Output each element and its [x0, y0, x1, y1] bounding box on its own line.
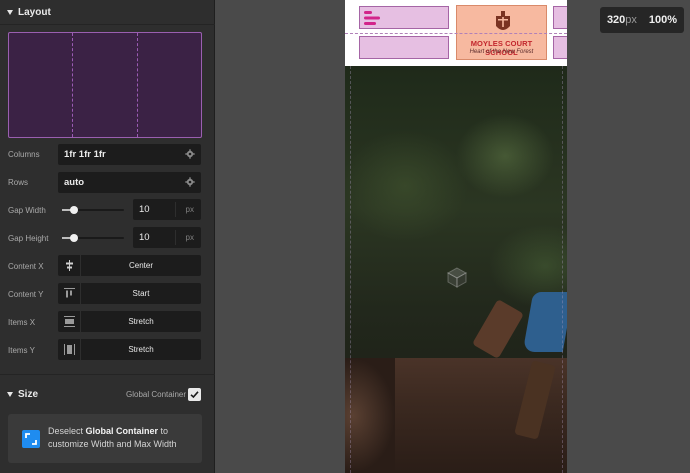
columns-label: Columns [8, 150, 40, 159]
gear-icon[interactable] [185, 177, 195, 187]
items-x-select[interactable]: Stretch [58, 311, 201, 332]
menu-icon[interactable] [364, 11, 382, 25]
grid-preview[interactable] [8, 32, 202, 138]
divider [175, 230, 176, 245]
content-x-select[interactable]: Center [58, 255, 201, 276]
info-prefix: Deselect [48, 426, 86, 436]
zoom-level[interactable]: 100% [649, 14, 677, 26]
stretch-vertical-icon[interactable] [58, 339, 81, 360]
items-y-value: Stretch [128, 345, 154, 354]
layout-section-header[interactable]: Layout [0, 1, 215, 23]
viewport-width[interactable]: 320px [607, 14, 637, 26]
divider [175, 202, 176, 217]
gap-width-value: 10 [139, 204, 150, 215]
grid-cell[interactable] [553, 36, 567, 59]
divider [0, 374, 215, 375]
stretch-horizontal-icon[interactable] [58, 311, 81, 332]
align-top-icon[interactable] [58, 283, 81, 304]
slider-knob[interactable] [70, 206, 78, 214]
content-y-label: Content Y [8, 290, 44, 299]
viewport-size-badge[interactable]: 320px 100% [600, 7, 684, 33]
resize-icon [22, 430, 40, 448]
cube-icon [446, 267, 468, 288]
slider-knob[interactable] [70, 234, 78, 242]
global-container-info: Deselect Global Container to customize W… [8, 414, 202, 463]
viewport-width-value: 320 [606, 14, 626, 26]
grid-column-guide [562, 66, 563, 473]
grid-column-line [137, 33, 138, 137]
collapse-caret-icon[interactable] [7, 9, 13, 15]
gap-width-slider[interactable] [62, 206, 124, 214]
collapse-caret-icon[interactable] [7, 391, 13, 397]
align-center-icon[interactable] [58, 255, 81, 276]
grid-cell[interactable] [359, 36, 449, 59]
content-y-value: Start [132, 289, 150, 298]
items-y-label: Items Y [8, 346, 35, 355]
properties-panel: Layout Columns 1fr 1fr 1fr Rows auto Gap… [0, 0, 215, 473]
gap-height-value: 10 [139, 232, 150, 243]
grid-row-guide [345, 33, 567, 34]
gap-height-label: Gap Height [8, 234, 49, 243]
nav-cell[interactable] [359, 6, 449, 29]
gap-width-unit[interactable]: px [186, 205, 194, 214]
content-y-select[interactable]: Start [58, 283, 201, 304]
global-container-checkbox[interactable] [188, 388, 201, 401]
gap-width-label: Gap Width [8, 206, 46, 215]
rows-field[interactable]: auto [58, 172, 201, 193]
info-bold: Global Container [85, 426, 159, 436]
logo-tagline: Heart of the New Forest [469, 49, 534, 55]
size-section-title: Size [18, 388, 39, 400]
canvas-preview[interactable]: MOYLES COURT SCHOOL Heart of the New For… [345, 0, 567, 473]
gap-height-input[interactable]: 10 px [133, 227, 201, 248]
content-x-label: Content X [8, 262, 44, 271]
gap-height-unit[interactable]: px [186, 233, 194, 242]
gap-height-slider[interactable] [62, 234, 124, 242]
grid-cell[interactable] [553, 6, 567, 29]
grid-column-guide [350, 66, 351, 473]
items-x-value: Stretch [128, 317, 154, 326]
info-text: Deselect Global Container to customize W… [48, 425, 196, 451]
gap-width-input[interactable]: 10 px [133, 199, 201, 220]
hero-log-end [345, 358, 395, 473]
global-container-label: Global Container [126, 390, 187, 399]
rows-label: Rows [8, 178, 29, 187]
content-x-value: Center [128, 261, 153, 270]
columns-value: 1fr 1fr 1fr [64, 149, 106, 160]
layout-section-title: Layout [18, 6, 51, 18]
viewport-width-unit: px [625, 14, 637, 26]
items-y-select[interactable]: Stretch [58, 339, 201, 360]
checkmark-icon [190, 391, 199, 399]
divider [0, 24, 215, 25]
preview-header[interactable]: MOYLES COURT SCHOOL Heart of the New For… [345, 0, 567, 66]
rows-value: auto [64, 177, 85, 188]
gear-icon[interactable] [185, 149, 195, 159]
columns-field[interactable]: 1fr 1fr 1fr [58, 144, 201, 165]
items-x-label: Items X [8, 318, 36, 327]
grid-column-line [72, 33, 73, 137]
